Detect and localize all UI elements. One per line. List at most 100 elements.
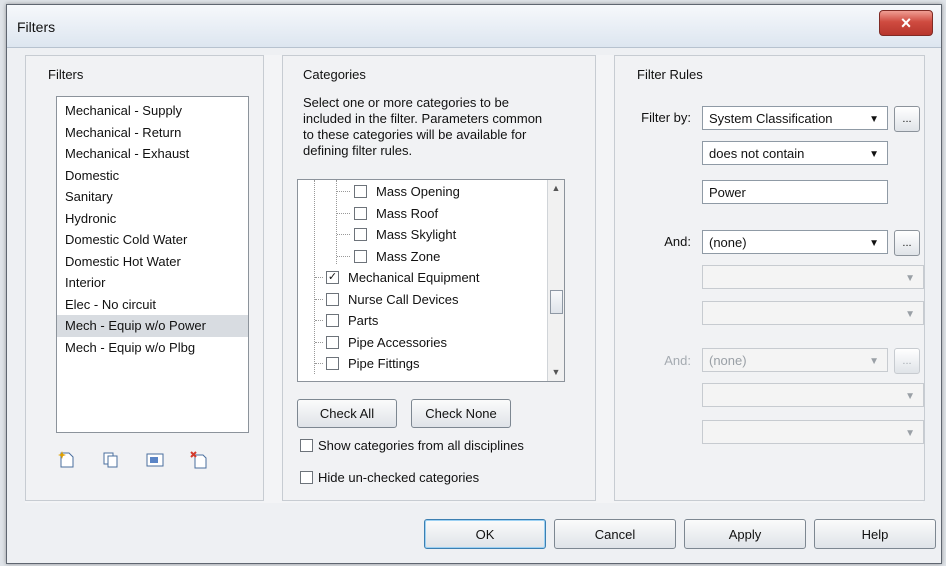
filter-list-item[interactable]: Mech - Equip w/o Power (57, 315, 248, 337)
category-label: Mass Opening (376, 184, 460, 199)
window-title: Filters (17, 19, 56, 35)
filter-value-input[interactable]: Power (702, 180, 888, 204)
categories-description: Select one or more categories to be incl… (303, 95, 543, 158)
filter-by-parameter-dropdown[interactable]: System Classification ▼ (702, 106, 888, 130)
and1-parameter-dropdown[interactable]: (none) ▼ (702, 230, 888, 254)
duplicate-filter-icon[interactable] (100, 450, 122, 472)
category-label: Mass Roof (376, 205, 439, 221)
scroll-down-icon[interactable]: ▼ (548, 364, 564, 381)
categories-tree[interactable]: ▲ ▼ Mass Opening Mass Roof Mass Skylight Ma… (297, 179, 565, 382)
hide-unchecked-checkbox[interactable] (300, 471, 313, 484)
category-label: Parts (348, 313, 379, 328)
category-row[interactable]: Mass Zone (337, 246, 441, 268)
category-checkbox[interactable] (326, 335, 339, 349)
category-checkbox[interactable]: ✓ (326, 271, 339, 285)
ok-button[interactable]: OK (424, 519, 546, 549)
filter-by-label: Filter by: (641, 110, 691, 125)
dropdown-arrow-icon: ▼ (869, 114, 879, 125)
filter-list-item[interactable]: Domestic Hot Water (57, 251, 248, 273)
category-row[interactable]: Parts (315, 310, 379, 332)
filter-list-item[interactable]: Domestic Cold Water (57, 229, 248, 251)
category-checkbox[interactable] (354, 185, 367, 199)
show-all-disciplines-row[interactable]: Show categories from all disciplines (300, 438, 524, 453)
operator-value: does not contain (709, 145, 805, 161)
category-row[interactable]: Nurse Call Devices (315, 289, 459, 311)
category-label: Mass Skylight (376, 227, 457, 242)
filter-list-item[interactable]: Interior (57, 272, 248, 294)
and1-more-button[interactable]: ... (894, 230, 920, 256)
categories-group-label: Categories (303, 67, 366, 82)
show-all-disciplines-label: Show categories from all disciplines (318, 438, 524, 453)
dropdown-arrow-icon: ▼ (905, 428, 915, 439)
tree-connector (337, 212, 350, 214)
tree-connector (337, 234, 350, 235)
dropdown-arrow-icon: ▼ (869, 356, 879, 367)
categories-scrollbar[interactable]: ▲ ▼ (547, 180, 564, 381)
tree-connector (315, 320, 323, 321)
filter-list-item[interactable]: Domestic (57, 165, 248, 187)
category-checkbox[interactable] (326, 357, 339, 371)
category-label: Pipe Fittings (348, 356, 420, 371)
filter-list-item[interactable]: Mechanical - Exhaust (57, 143, 248, 165)
filters-group: Filters Mechanical - Supply Mechanical - … (25, 55, 264, 501)
filter-list-item[interactable]: Mech - Equip w/o Plbg (57, 337, 248, 359)
category-checkbox[interactable] (354, 228, 367, 242)
help-button[interactable]: Help (814, 519, 936, 549)
categories-group: Categories Select one or more categories… (282, 55, 596, 501)
tree-guide-line (336, 180, 337, 264)
category-row[interactable]: Pipe Fittings (315, 353, 420, 375)
and2-value: (none) (709, 352, 747, 368)
apply-button[interactable]: Apply (684, 519, 806, 549)
check-all-button[interactable]: Check All (297, 399, 397, 428)
category-checkbox[interactable] (354, 206, 367, 220)
filter-list-item[interactable]: Elec - No circuit (57, 294, 248, 316)
and1-operator-dropdown: ▼ (702, 265, 924, 289)
category-row[interactable]: Mass Roof (337, 203, 439, 225)
tree-connector (337, 191, 350, 192)
rename-filter-icon[interactable] (144, 450, 166, 472)
new-filter-icon[interactable] (56, 450, 78, 472)
dialog-client-area: Filters Mechanical - Supply Mechanical - … (25, 55, 925, 503)
and2-label: And: (664, 353, 691, 368)
category-label: Pipe Accessories (348, 334, 447, 350)
and2-operator-dropdown: ▼ (702, 383, 924, 407)
operator-dropdown[interactable]: does not contain ▼ (702, 141, 888, 165)
category-row[interactable]: Pipe Accessories (315, 332, 447, 354)
category-row[interactable]: Mass Skylight (337, 224, 457, 246)
check-none-button[interactable]: Check None (411, 399, 511, 428)
delete-filter-icon[interactable] (188, 450, 210, 472)
scrollbar-thumb[interactable] (550, 290, 563, 314)
filter-list-item[interactable]: Mechanical - Return (57, 122, 248, 144)
and2-parameter-dropdown: (none) ▼ (702, 348, 888, 372)
filters-list[interactable]: Mechanical - Supply Mechanical - Return Me… (56, 96, 249, 433)
scroll-up-icon[interactable]: ▲ (548, 180, 564, 197)
dropdown-arrow-icon: ▼ (905, 391, 915, 402)
filter-list-item[interactable]: Mechanical - Supply (57, 100, 248, 122)
category-checkbox[interactable] (354, 249, 367, 263)
dropdown-arrow-icon: ▼ (869, 238, 879, 249)
category-checkbox[interactable] (326, 314, 339, 328)
tree-connector (337, 255, 350, 257)
tree-connector (315, 277, 323, 278)
category-row[interactable]: Mass Opening (337, 181, 460, 203)
category-row[interactable]: ✓ Mechanical Equipment (315, 267, 480, 289)
dropdown-arrow-icon: ▼ (905, 309, 915, 320)
hide-unchecked-row[interactable]: Hide un-checked categories (300, 470, 479, 485)
cancel-button[interactable]: Cancel (554, 519, 676, 549)
category-checkbox[interactable] (326, 292, 339, 306)
hide-unchecked-label: Hide un-checked categories (318, 470, 480, 485)
category-label: Nurse Call Devices (348, 291, 459, 307)
filters-dialog: Filters × Filters Mechanical - Supply Mec… (6, 4, 942, 564)
category-label: Mass Zone (376, 248, 441, 264)
and1-value: (none) (709, 234, 747, 250)
tree-connector (315, 298, 323, 300)
filter-by-more-button[interactable]: ... (894, 106, 920, 132)
show-all-disciplines-checkbox[interactable] (300, 439, 313, 452)
filter-rules-group-label: Filter Rules (637, 67, 703, 82)
dropdown-arrow-icon: ▼ (869, 149, 879, 160)
filter-by-value: System Classification (709, 110, 833, 126)
filter-list-item[interactable]: Sanitary (57, 186, 248, 208)
close-button[interactable]: × (879, 10, 933, 36)
and2-more-button: ... (894, 348, 920, 374)
filter-list-item[interactable]: Hydronic (57, 208, 248, 230)
